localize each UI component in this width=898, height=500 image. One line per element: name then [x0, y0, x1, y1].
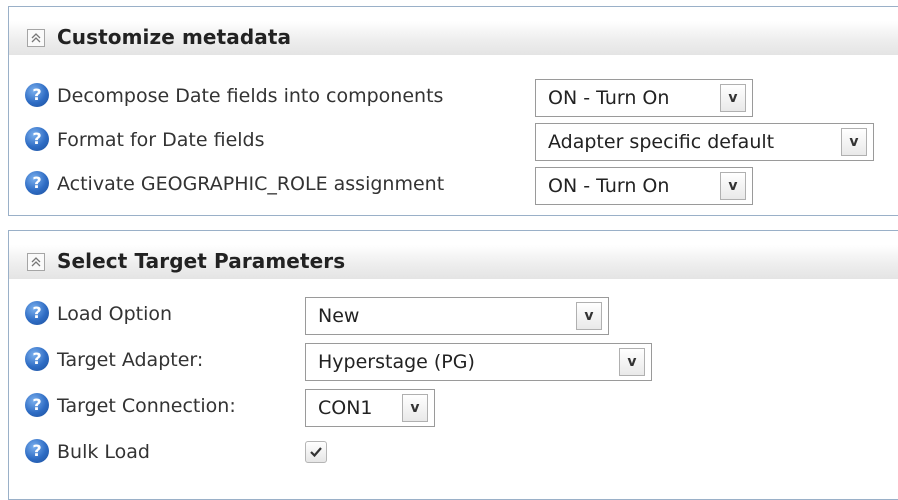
select-target-parameters-header: Select Target Parameters: [9, 245, 898, 279]
geographic-role-label: Activate GEOGRAPHIC_ROLE assignment: [57, 173, 445, 195]
help-icon[interactable]: ?: [25, 127, 49, 151]
checkmark-icon: [310, 447, 322, 458]
chevron-down-icon[interactable]: v: [402, 394, 428, 422]
chevron-down-icon[interactable]: v: [619, 348, 645, 376]
load-option-label: Load Option: [57, 303, 173, 325]
help-icon[interactable]: ?: [25, 83, 49, 107]
date-format-select[interactable]: Adapter specific default v: [535, 123, 874, 161]
help-icon[interactable]: ?: [25, 301, 49, 325]
collapse-icon[interactable]: [27, 29, 45, 47]
select-target-parameters-panel: Select Target Parameters ? Load Option N…: [8, 230, 898, 500]
target-connection-label: Target Connection:: [57, 395, 236, 417]
chevron-down-icon[interactable]: v: [841, 128, 867, 156]
date-format-value: Adapter specific default: [548, 131, 775, 153]
decompose-date-select[interactable]: ON - Turn On v: [535, 79, 753, 117]
target-adapter-label: Target Adapter:: [57, 349, 204, 371]
date-format-label: Format for Date fields: [57, 129, 265, 151]
help-icon[interactable]: ?: [25, 393, 49, 417]
load-option-value: New: [318, 305, 360, 327]
collapse-icon[interactable]: [27, 253, 45, 271]
section-title: Select Target Parameters: [57, 249, 346, 273]
target-connection-value: CON1: [318, 397, 373, 419]
target-adapter-select[interactable]: Hyperstage (PG) v: [305, 343, 652, 381]
geographic-role-select[interactable]: ON - Turn On v: [535, 167, 753, 205]
section-title: Customize metadata: [57, 25, 292, 49]
chevron-down-icon[interactable]: v: [720, 84, 746, 112]
geographic-role-value: ON - Turn On: [548, 175, 670, 197]
decompose-date-value: ON - Turn On: [548, 87, 670, 109]
bulk-load-checkbox[interactable]: [305, 441, 327, 463]
chevron-down-icon[interactable]: v: [576, 302, 602, 330]
customize-metadata-header: Customize metadata: [9, 21, 898, 55]
target-connection-select[interactable]: CON1 v: [305, 389, 435, 427]
customize-metadata-panel: Customize metadata ? Decompose Date fiel…: [8, 6, 898, 216]
chevron-down-icon[interactable]: v: [720, 172, 746, 200]
help-icon[interactable]: ?: [25, 439, 49, 463]
bulk-load-label: Bulk Load: [57, 441, 150, 463]
target-adapter-value: Hyperstage (PG): [318, 351, 475, 373]
help-icon[interactable]: ?: [25, 171, 49, 195]
load-option-select[interactable]: New v: [305, 297, 609, 335]
decompose-date-label: Decompose Date fields into components: [57, 85, 444, 107]
help-icon[interactable]: ?: [25, 347, 49, 371]
